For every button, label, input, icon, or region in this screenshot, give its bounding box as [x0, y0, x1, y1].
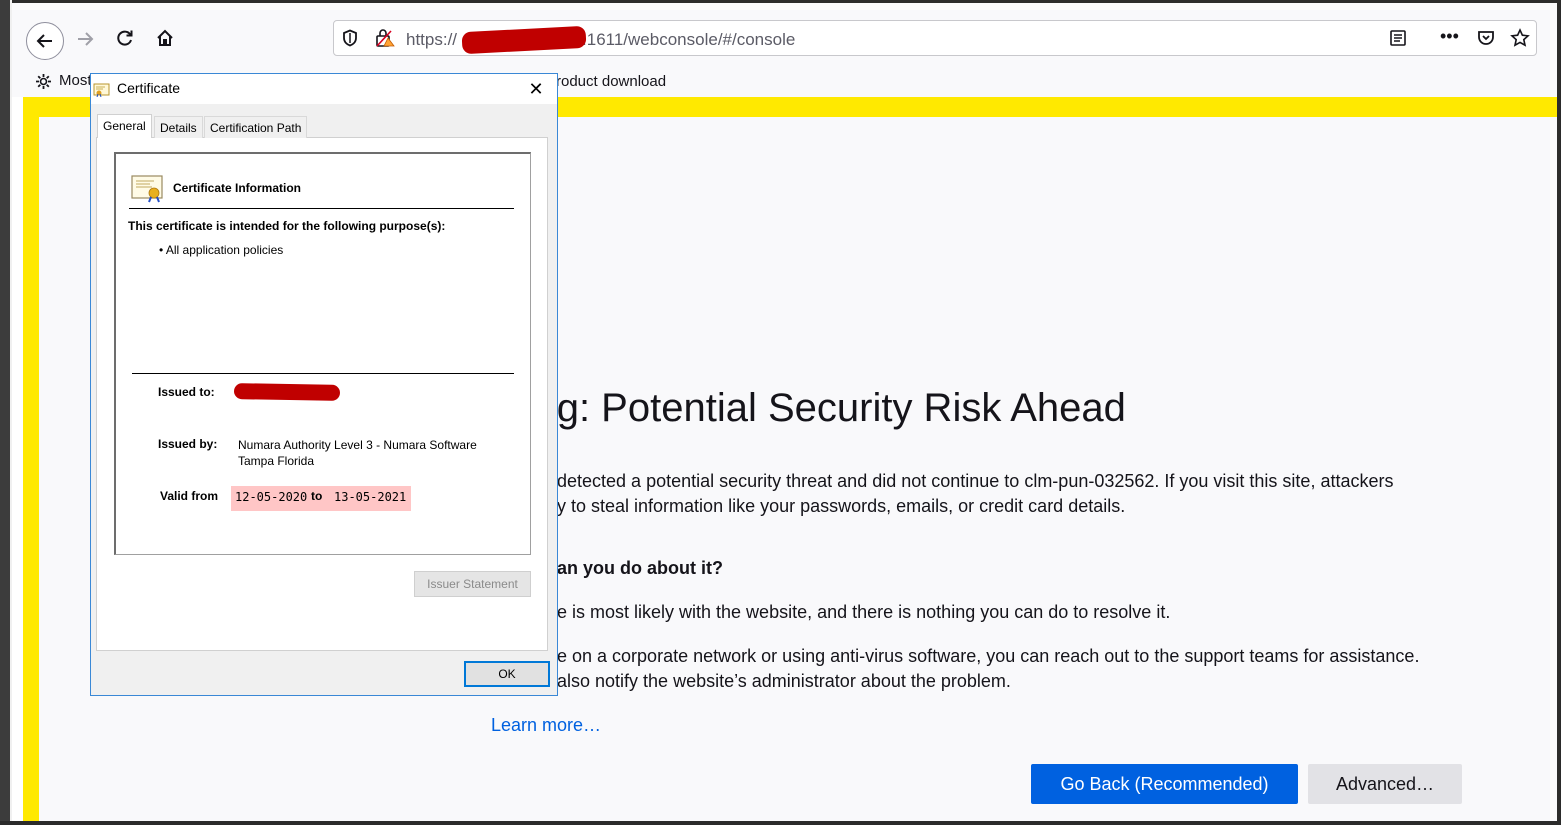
shield-icon[interactable] [341, 29, 359, 52]
home-button[interactable] [148, 21, 182, 55]
close-icon[interactable]: ✕ [526, 79, 546, 99]
issued-to-label: Issued to: [158, 385, 215, 399]
issued-by-line-2: Tampa Florida [238, 454, 315, 468]
bookmark-most-visited[interactable]: Most [59, 72, 92, 89]
description-line-1: detected a potential security threat and… [557, 471, 1394, 491]
reload-icon [117, 30, 133, 46]
page-actions-icon[interactable]: ••• [1440, 27, 1462, 47]
valid-from-label: Valid from [160, 489, 219, 503]
tab-details[interactable]: Details [154, 116, 203, 138]
purpose-item: • All application policies [159, 243, 284, 257]
pocket-icon[interactable] [1476, 28, 1496, 53]
window-frame-right [1557, 0, 1561, 825]
tab-certification-path[interactable]: Certification Path [204, 116, 308, 138]
tab-general[interactable]: General [97, 114, 152, 138]
divider [132, 373, 514, 374]
valid-from-value: 12-05-2020 [235, 490, 308, 504]
reader-view-icon[interactable] [1389, 29, 1407, 52]
gear-icon[interactable] [35, 73, 52, 95]
purpose-heading: This certificate is intended for the fol… [128, 219, 446, 233]
divider [129, 208, 514, 209]
advice-text-1: e is most likely with the website, and t… [557, 602, 1171, 622]
issued-to-redaction [233, 383, 341, 401]
advice-text-2-line-1: e on a corporate network or using anti-v… [557, 646, 1420, 666]
bookmark-product-download[interactable]: roduct download [556, 73, 666, 90]
back-button[interactable] [26, 22, 64, 60]
what-can-you-do-heading: an you do about it? [557, 558, 723, 578]
issuer-statement-button: Issuer Statement [414, 571, 531, 597]
go-back-button[interactable]: Go Back (Recommended) [1031, 764, 1298, 804]
advanced-button[interactable]: Advanced… [1308, 764, 1462, 804]
window-frame-left [0, 0, 10, 825]
valid-to-value: 13-05-2021 [334, 490, 407, 504]
bookmark-star-icon[interactable] [1510, 28, 1530, 53]
learn-more-link[interactable]: Learn more… [491, 715, 601, 736]
valid-to-label: to [311, 489, 323, 503]
arrow-right-icon [78, 32, 94, 46]
advice-text-2-line-2: also notify the website’s administrator … [557, 671, 1011, 691]
insecure-lock-icon[interactable] [375, 28, 397, 53]
reload-button[interactable] [108, 21, 142, 55]
description-line-2: y to steal information like your passwor… [557, 496, 1126, 516]
warning-border-left [23, 97, 39, 821]
dialog-title: Certificate [117, 80, 181, 96]
certificate-icon [93, 81, 111, 102]
issued-by-line-1: Numara Authority Level 3 - Numara Softwa… [238, 438, 477, 452]
certificate-info-title: Certificate Information [173, 181, 302, 195]
window-frame-left-inner [10, 0, 12, 825]
issued-by-value: Numara Authority Level 3 - Numara Softwa… [238, 437, 477, 469]
home-icon [157, 29, 173, 46]
ok-button[interactable]: OK [464, 661, 550, 687]
issued-by-label: Issued by: [158, 437, 218, 451]
certificate-large-icon [131, 173, 165, 208]
forward-button[interactable] [68, 22, 102, 56]
arrow-left-icon [36, 34, 52, 48]
window-frame-bottom [0, 821, 1561, 825]
page-title: rning: Potential Security Risk Ahead [490, 386, 1126, 430]
